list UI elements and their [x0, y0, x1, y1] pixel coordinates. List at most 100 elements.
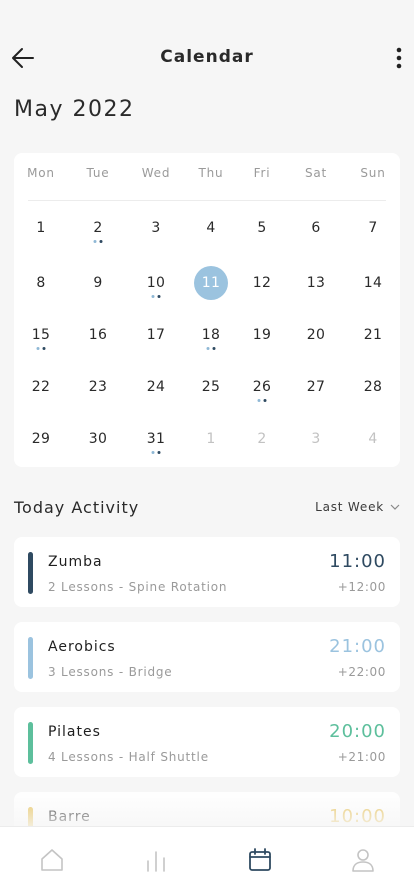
more-options-icon[interactable]	[394, 45, 404, 71]
calendar-day[interactable]: 9	[78, 266, 118, 300]
event-dot	[93, 240, 97, 243]
event-indicator	[257, 399, 267, 402]
activity-time-delta: +22:00	[337, 665, 386, 679]
calendar-day[interactable]: 3	[296, 422, 336, 456]
calendar-icon[interactable]	[247, 847, 273, 873]
activity-card[interactable]: Pilates 4 Lessons - Half Shuttle 20:00 +21:…	[14, 707, 400, 777]
calendar-day-number: 12	[252, 275, 272, 291]
calendar-day-number: 30	[88, 431, 108, 447]
event-dot	[99, 240, 103, 243]
calendar-day[interactable]: 4	[191, 211, 231, 245]
calendar-day[interactable]: 2	[242, 422, 282, 456]
home-icon[interactable]	[39, 847, 65, 873]
calendar-day-number: 6	[311, 220, 321, 236]
scroll-fade	[0, 790, 414, 830]
weekday-header: Sat	[304, 166, 328, 180]
calendar-day-number: 20	[306, 327, 326, 343]
activity-color-bar	[28, 552, 33, 594]
activity-time: 20:00	[329, 721, 386, 742]
calendar-day-number: 13	[306, 275, 326, 291]
activity-time: 21:00	[329, 636, 386, 657]
calendar-day[interactable]: 8	[21, 266, 61, 300]
event-dot	[206, 347, 210, 350]
calendar-day[interactable]: 10	[136, 266, 176, 300]
weekday-header: Tue	[86, 166, 110, 180]
calendar-day[interactable]: 17	[136, 318, 176, 352]
chevron-down-icon	[390, 504, 400, 510]
calendar-day[interactable]: 13	[296, 266, 336, 300]
calendar-day[interactable]: 28	[353, 370, 393, 404]
event-indicator	[151, 451, 161, 454]
activity-card[interactable]: Zumba 2 Lessons - Spine Rotation 11:00 +12:…	[14, 537, 400, 607]
calendar-grid: Mon Tue Wed Thu Fri Sat Sun 1 2 3 4 5 6 7 8 9 10 11 12 13 14…	[14, 153, 400, 467]
calendar-day-number: 9	[93, 275, 103, 291]
calendar-day[interactable]: 2	[78, 211, 118, 245]
weekday-header: Thu	[198, 166, 224, 180]
calendar-day[interactable]: 18	[191, 318, 231, 352]
calendar-day-number: 21	[363, 327, 383, 343]
calendar-day[interactable]: 30	[78, 422, 118, 456]
activity-detail: 3 Lessons - Bridge	[48, 665, 173, 679]
calendar-day[interactable]: 1	[191, 422, 231, 456]
calendar-day-number: 22	[31, 379, 51, 395]
calendar-day[interactable]: 5	[242, 211, 282, 245]
event-dot	[257, 399, 261, 402]
calendar-day-number: 4	[206, 220, 216, 236]
calendar-day-number: 10	[146, 275, 166, 291]
event-dot	[151, 295, 155, 298]
page-title: Calendar	[160, 47, 254, 67]
calendar-day-number: 26	[252, 379, 272, 395]
weekday-header: Wed	[141, 166, 171, 180]
weekday-header: Sun	[360, 166, 386, 180]
calendar-day[interactable]: 15	[21, 318, 61, 352]
calendar-day[interactable]: 7	[353, 211, 393, 245]
calendar-day[interactable]: 12	[242, 266, 282, 300]
profile-icon[interactable]	[350, 847, 376, 873]
calendar-day-number: 17	[146, 327, 166, 343]
activity-time-delta: +12:00	[337, 580, 386, 594]
calendar-day[interactable]: 23	[78, 370, 118, 404]
calendar-day[interactable]: 27	[296, 370, 336, 404]
calendar-day[interactable]: 6	[296, 211, 336, 245]
bottom-tab-bar	[0, 826, 414, 896]
calendar-day[interactable]: 16	[78, 318, 118, 352]
calendar-day[interactable]: 19	[242, 318, 282, 352]
calendar-day[interactable]: 3	[136, 211, 176, 245]
calendar-day[interactable]: 24	[136, 370, 176, 404]
weekday-header: Fri	[253, 166, 271, 180]
calendar-day[interactable]: 22	[21, 370, 61, 404]
event-indicator	[151, 295, 161, 298]
period-filter-dropdown[interactable]: Last Week	[315, 500, 400, 514]
activity-time-delta: +21:00	[337, 750, 386, 764]
activity-detail: 4 Lessons - Half Shuttle	[48, 750, 209, 764]
event-indicator	[206, 347, 216, 350]
calendar-day-number: 23	[88, 379, 108, 395]
calendar-day[interactable]: 25	[191, 370, 231, 404]
calendar-day[interactable]: 20	[296, 318, 336, 352]
calendar-day[interactable]: 4	[353, 422, 393, 456]
calendar-day-number: 28	[363, 379, 383, 395]
calendar-day-number: 7	[368, 220, 378, 236]
calendar-day-number: 3	[151, 220, 161, 236]
event-dot	[157, 451, 161, 454]
calendar-day[interactable]: 14	[353, 266, 393, 300]
calendar-day-selected[interactable]: 11	[194, 266, 228, 300]
activity-card[interactable]: Aerobics 3 Lessons - Bridge 21:00 +22:00	[14, 622, 400, 692]
month-label[interactable]: May 2022	[14, 97, 134, 122]
calendar-day-number: 1	[206, 431, 216, 447]
activity-name: Aerobics	[48, 639, 116, 655]
calendar-day[interactable]: 26	[242, 370, 282, 404]
event-indicator	[93, 240, 103, 243]
calendar-day-number: 27	[306, 379, 326, 395]
event-dot	[157, 295, 161, 298]
event-dot	[263, 399, 267, 402]
calendar-day[interactable]: 21	[353, 318, 393, 352]
event-dot	[151, 451, 155, 454]
calendar-day[interactable]: 29	[21, 422, 61, 456]
stats-icon[interactable]	[143, 847, 169, 873]
calendar-day[interactable]: 1	[21, 211, 61, 245]
calendar-day-number: 24	[146, 379, 166, 395]
calendar-day-number: 5	[257, 220, 267, 236]
calendar-day[interactable]: 31	[136, 422, 176, 456]
event-dot	[36, 347, 40, 350]
